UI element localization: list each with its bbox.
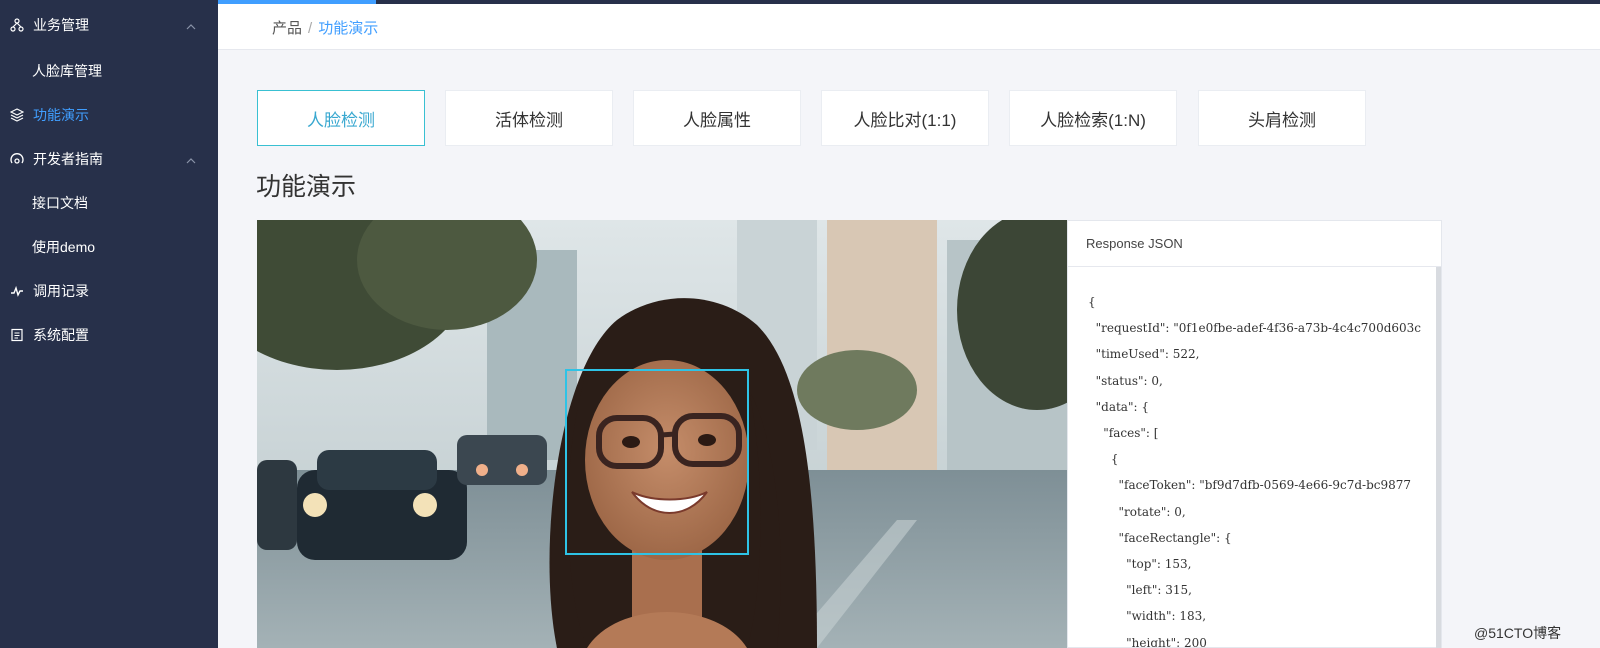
sidebar-item-face-library[interactable]: 人脸库管理 xyxy=(0,50,218,92)
watermark: @51CTO博客 xyxy=(1474,625,1562,641)
breadcrumb-current: 功能演示 xyxy=(318,20,379,37)
tab-face-detection[interactable]: 人脸检测 xyxy=(257,90,425,146)
location-icon xyxy=(9,151,25,167)
demo-photo xyxy=(257,220,1067,648)
sidebar-item-system-config[interactable]: 系统配置 xyxy=(0,314,218,356)
json-scrollbar[interactable] xyxy=(1436,267,1441,648)
tab-liveness-detection[interactable]: 活体检测 xyxy=(445,90,613,146)
sidebar: 业务管理 人脸库管理 功能演示 开发者指南 接口文档 使用demo 调用记录 系… xyxy=(0,0,218,648)
chevron-up-icon xyxy=(186,152,196,168)
sidebar-item-label: 接口文档 xyxy=(32,195,88,211)
sidebar-item-label: 业务管理 xyxy=(33,17,89,33)
json-panel-title: Response JSON xyxy=(1068,221,1441,267)
sidebar-item-label: 开发者指南 xyxy=(33,151,103,167)
sidebar-item-label: 使用demo xyxy=(32,239,96,255)
sidebar-item-use-demo[interactable]: 使用demo xyxy=(0,226,218,268)
sidebar-item-demo[interactable]: 功能演示 xyxy=(0,94,218,136)
pulse-icon xyxy=(9,283,25,299)
network-icon xyxy=(9,17,25,33)
sidebar-item-call-records[interactable]: 调用记录 xyxy=(0,270,218,312)
json-content: { "requestId": "0f1e0fbe-adef-4f36-a73b-… xyxy=(1088,295,1422,647)
sidebar-item-dev-guide[interactable]: 开发者指南 xyxy=(0,138,218,180)
sidebar-item-api-docs[interactable]: 接口文档 xyxy=(0,182,218,224)
sidebar-item-label: 人脸库管理 xyxy=(32,63,102,79)
tab-face-attributes[interactable]: 人脸属性 xyxy=(633,90,801,146)
face-detection-box xyxy=(565,369,749,555)
breadcrumb-separator: / xyxy=(308,20,313,37)
breadcrumb-root[interactable]: 产品 xyxy=(272,20,302,37)
sidebar-item-business[interactable]: 业务管理 xyxy=(0,4,218,46)
chevron-up-icon xyxy=(186,18,196,34)
sidebar-item-label: 系统配置 xyxy=(33,327,89,343)
document-icon xyxy=(9,327,25,343)
sidebar-item-label: 调用记录 xyxy=(33,283,89,299)
tab-face-compare[interactable]: 人脸比对(1:1) xyxy=(821,90,989,146)
breadcrumb: 产品 / 功能演示 xyxy=(272,17,378,38)
sidebar-item-label: 功能演示 xyxy=(33,107,89,123)
section-title: 功能演示 xyxy=(256,173,357,201)
tab-face-search[interactable]: 人脸检索(1:N) xyxy=(1009,90,1177,146)
layers-icon xyxy=(9,107,25,123)
response-json-panel: Response JSON { "requestId": "0f1e0fbe-a… xyxy=(1067,220,1442,648)
header: 产品 / 功能演示 xyxy=(218,4,1600,50)
tab-head-shoulder-detection[interactable]: 头肩检测 xyxy=(1198,90,1366,146)
